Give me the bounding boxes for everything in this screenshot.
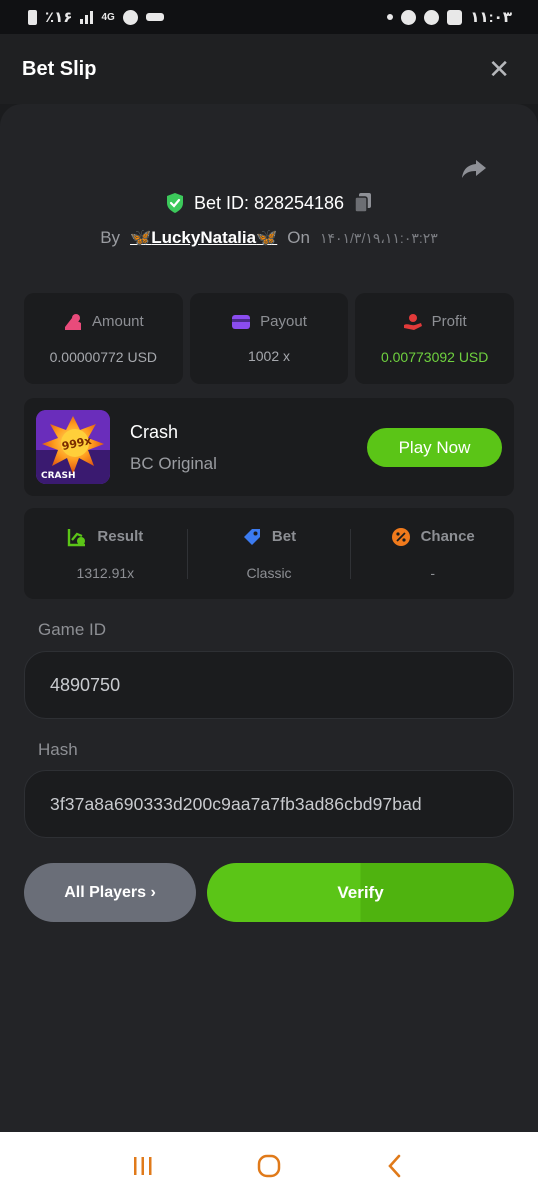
payout-card: Payout 1002 x bbox=[189, 293, 349, 384]
signal-icon bbox=[80, 10, 94, 24]
bet-owner-row: By 🦋LuckyNatalia🦋 On ۱۴۰۱/۳/۱۹،۱۱:۰۳:۲۳ bbox=[0, 228, 538, 248]
amount-card: Amount 0.00000772 USD bbox=[24, 293, 183, 384]
game-id-label: Game ID bbox=[38, 620, 107, 639]
notification-dot-icon bbox=[387, 14, 394, 20]
bet-type-value: Classic bbox=[246, 564, 292, 581]
game-id-value: 4890750 bbox=[50, 674, 121, 695]
network-type: 4G bbox=[101, 11, 115, 23]
username-link[interactable]: 🦋LuckyNatalia🦋 bbox=[130, 228, 277, 248]
percent-icon bbox=[391, 527, 410, 546]
all-players-button[interactable]: All Players › bbox=[24, 863, 196, 922]
recent-apps-icon[interactable] bbox=[130, 1153, 156, 1179]
profit-card: Profit 0.00773092 USD bbox=[355, 293, 515, 384]
header: Bet Slip ✕ bbox=[0, 34, 538, 104]
by-label: By bbox=[100, 228, 121, 247]
close-icon[interactable]: ✕ bbox=[488, 56, 510, 82]
play-now-button[interactable]: Play Now bbox=[367, 428, 502, 467]
alarm-icon bbox=[122, 9, 138, 25]
profit-label: Profit bbox=[431, 313, 467, 330]
amount-value: 0.00000772 USD bbox=[49, 348, 158, 365]
bet-stats: Amount 0.00000772 USD Payout 1002 x Prof… bbox=[24, 293, 515, 384]
crash-game-icon: 999x CRASH bbox=[36, 410, 110, 484]
bet-id: Bet ID: 828254186 bbox=[193, 192, 345, 213]
clock: ۱۱:۰۳ bbox=[470, 9, 512, 26]
home-icon[interactable] bbox=[256, 1153, 282, 1179]
result-card: Result 1312.91x Bet Classic Chance - bbox=[24, 508, 514, 599]
payout-value: 1002 x bbox=[247, 348, 291, 364]
chart-check-icon bbox=[68, 528, 86, 546]
battery-icon bbox=[28, 9, 37, 25]
coins-icon bbox=[64, 313, 81, 330]
game-thumbnail[interactable]: 999x CRASH bbox=[36, 410, 110, 484]
result-value: 1312.91x bbox=[76, 564, 135, 581]
share-icon[interactable] bbox=[460, 154, 488, 182]
thumb-label: CRASH bbox=[41, 471, 76, 481]
bet-type-label: Bet bbox=[271, 528, 297, 545]
payout-label: Payout bbox=[260, 313, 307, 330]
result-label: Result bbox=[97, 528, 144, 545]
game-card: 999x CRASH Crash BC Original Play Now bbox=[24, 398, 514, 496]
chance-value: - bbox=[430, 564, 436, 581]
verify-button[interactable]: Verify bbox=[207, 863, 514, 922]
shield-check-icon bbox=[166, 193, 183, 213]
hash-field[interactable]: 3f37a8a690333d200c9aa7a7fb3ad86cbd97bad bbox=[24, 770, 514, 838]
card-icon bbox=[232, 314, 251, 329]
game-id-field[interactable]: 4890750 bbox=[24, 651, 514, 719]
tag-icon bbox=[243, 528, 260, 545]
hand-coin-icon bbox=[403, 313, 422, 330]
status-bar: ٪۱۶ 4G ۱۱:۰۳ bbox=[0, 0, 538, 34]
status-right: ۱۱:۰۳ bbox=[387, 8, 512, 26]
game-name: Crash bbox=[130, 422, 179, 442]
chance-column: Chance - bbox=[351, 527, 514, 581]
chance-label: Chance bbox=[420, 528, 475, 545]
back-icon[interactable] bbox=[382, 1153, 408, 1179]
gear-icon bbox=[424, 9, 440, 25]
bet-id-row: Bet ID: 828254186 bbox=[0, 192, 538, 214]
result-column: Result 1312.91x bbox=[24, 528, 187, 581]
hash-value: 3f37a8a690333d200c9aa7a7fb3ad86cbd97bad bbox=[50, 793, 422, 814]
gallery-icon bbox=[447, 9, 463, 25]
bet-date: ۱۴۰۱/۳/۱۹،۱۱:۰۳:۲۳ bbox=[319, 229, 438, 246]
system-nav-bar bbox=[0, 1132, 538, 1200]
profit-value: 0.00773092 USD bbox=[380, 348, 489, 365]
amount-label: Amount bbox=[91, 313, 144, 330]
key-icon bbox=[145, 13, 164, 21]
bet-type-column: Bet Classic bbox=[188, 528, 351, 581]
status-left: ٪۱۶ 4G bbox=[28, 8, 164, 26]
game-subtitle: BC Original bbox=[130, 454, 217, 473]
bet-slip-sheet: Bet ID: 828254186 By 🦋LuckyNatalia🦋 On ۱… bbox=[0, 104, 538, 1132]
chrome-icon bbox=[401, 9, 417, 25]
battery-percent: ٪۱۶ bbox=[45, 9, 73, 26]
page-title: Bet Slip bbox=[22, 57, 97, 80]
hash-label: Hash bbox=[38, 740, 78, 759]
copy-icon[interactable] bbox=[353, 192, 373, 214]
on-label: On bbox=[287, 228, 310, 247]
